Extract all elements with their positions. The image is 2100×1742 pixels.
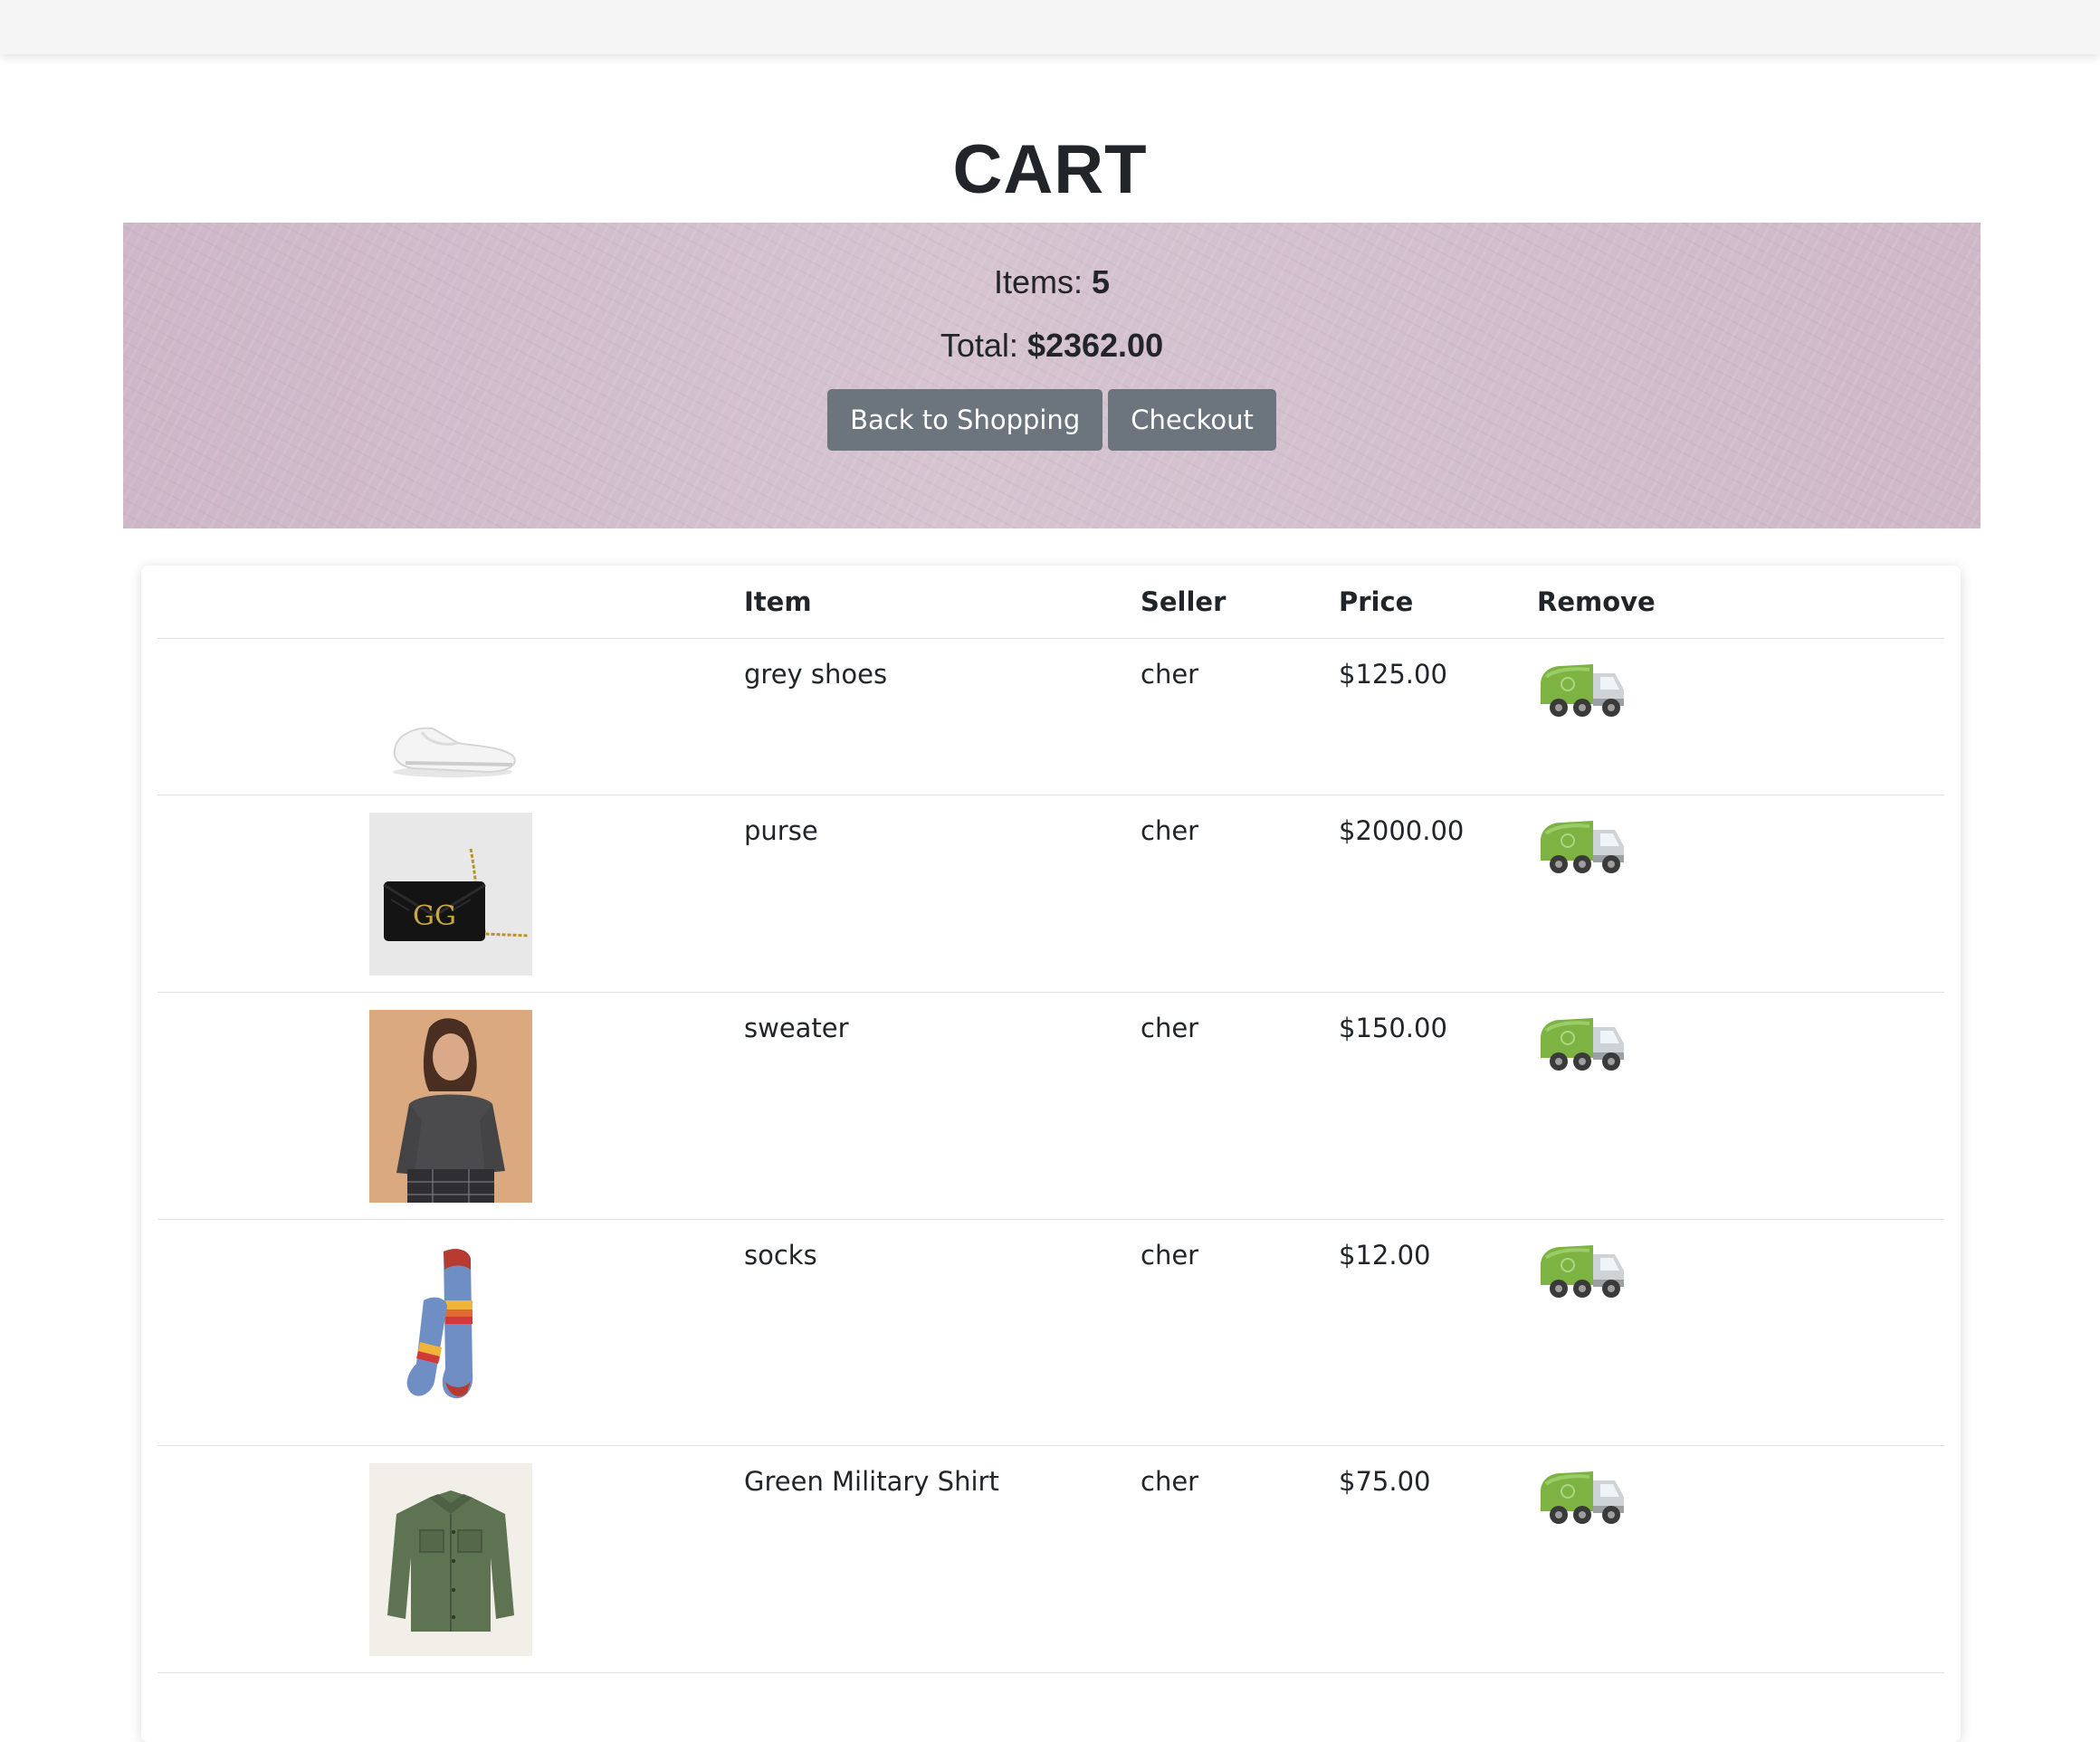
table-header-row: Item Seller Price Remove [158, 566, 1944, 639]
seller-name: cher [1141, 815, 1199, 846]
seller-name: cher [1141, 1466, 1199, 1497]
column-header-price: Price [1339, 566, 1537, 639]
item-name: purse [744, 815, 818, 846]
back-to-shopping-button[interactable]: Back to Shopping [827, 389, 1103, 451]
column-header-seller: Seller [1141, 566, 1339, 639]
checkout-button[interactable]: Checkout [1108, 389, 1276, 451]
total-label: Total: [940, 327, 1027, 364]
item-price: $12.00 [1339, 1240, 1431, 1271]
item-name: Green Military Shirt [744, 1466, 999, 1497]
item-price: $150.00 [1339, 1013, 1447, 1043]
items-label: Items: [993, 263, 1092, 300]
column-header-item: Item [744, 566, 1141, 639]
table-row: socks cher $12.00 [158, 1219, 1944, 1446]
item-name: socks [744, 1240, 817, 1271]
item-price: $75.00 [1339, 1466, 1431, 1497]
striped-socks-icon [369, 1237, 532, 1430]
top-navbar [0, 0, 2100, 54]
total-line: Total: $2362.00 [123, 326, 1981, 366]
items-count-line: Items: 5 [123, 262, 1981, 302]
svg-text:GG: GG [413, 900, 456, 932]
cart-table-card: Item Seller Price Remove grey shoes cher… [141, 566, 1961, 1742]
item-name: grey shoes [744, 659, 888, 690]
items-count: 5 [1092, 263, 1111, 300]
column-header-remove: Remove [1537, 566, 1944, 639]
garbage-truck-icon[interactable] [1537, 814, 1628, 877]
black-chain-purse-icon: GG [369, 813, 532, 976]
grey-sweater-model-icon [369, 1010, 532, 1203]
garbage-truck-icon[interactable] [1537, 1464, 1628, 1528]
column-header-image [158, 566, 744, 639]
garbage-truck-icon[interactable] [1537, 657, 1628, 720]
table-row: Green Military Shirt cher $75.00 [158, 1445, 1944, 1673]
seller-name: cher [1141, 1240, 1199, 1271]
summary-actions: Back to Shopping Checkout [123, 389, 1981, 451]
garbage-truck-icon[interactable] [1537, 1011, 1628, 1074]
item-price: $125.00 [1339, 659, 1447, 690]
total-value: $2362.00 [1026, 327, 1164, 364]
cart-summary-banner: Items: 5 Total: $2362.00 Back to Shoppin… [123, 223, 1981, 528]
table-row: GG purse cher $2000.00 [158, 795, 1944, 993]
page-title: CART [952, 131, 1148, 208]
table-row: sweater cher $150.00 [158, 992, 1944, 1220]
cart-table: Item Seller Price Remove grey shoes cher… [158, 566, 1944, 1673]
seller-name: cher [1141, 1013, 1199, 1043]
garbage-truck-icon[interactable] [1537, 1238, 1628, 1301]
seller-name: cher [1141, 659, 1199, 690]
item-price: $2000.00 [1339, 815, 1465, 846]
item-name: sweater [744, 1013, 849, 1043]
white-slip-on-shoe-icon [369, 656, 532, 783]
green-military-shirt-icon [369, 1463, 532, 1656]
table-row: grey shoes cher $125.00 [158, 638, 1944, 795]
